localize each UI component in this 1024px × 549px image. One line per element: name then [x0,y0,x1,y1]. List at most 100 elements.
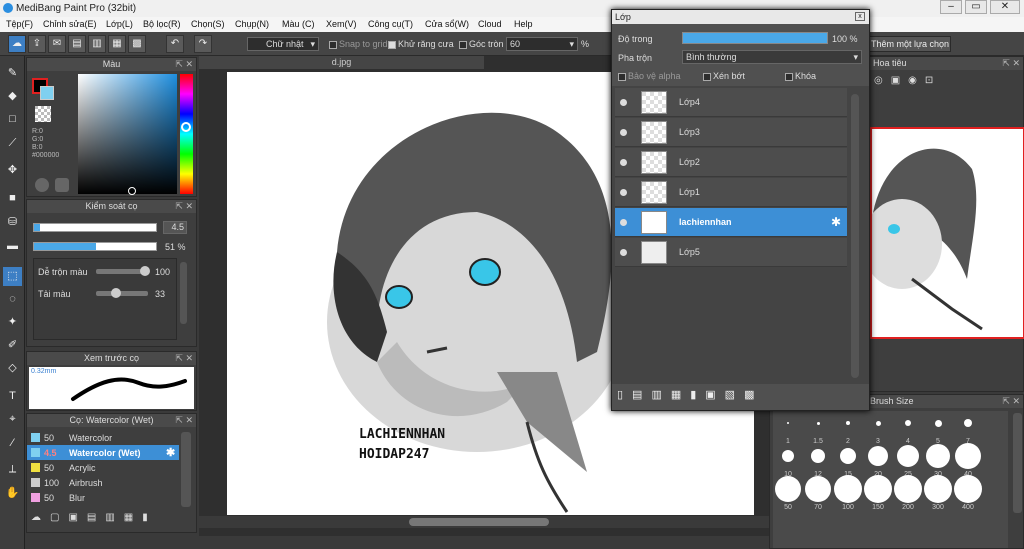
eyedropper-tool-icon[interactable]: ⁄ [3,434,22,453]
brush-size-dot[interactable] [846,421,850,425]
brush-control-scrollbar[interactable] [180,262,187,324]
antialias-checkbox[interactable]: Khử răng cưa [388,39,454,49]
shape-tool-icon[interactable]: □ [3,110,22,129]
brush-size-grid[interactable]: 11.5234571012152025304050701001502003004… [773,411,1008,548]
size-value[interactable]: 4.5 [163,221,187,234]
layer-opacity-slider[interactable] [682,32,828,44]
close-icon[interactable]: x [855,12,865,21]
menu-select[interactable]: Chọn(S) [191,19,225,29]
layer-row[interactable]: Lớp5 [615,238,847,267]
brush-list-scrollbar[interactable] [181,432,191,507]
menu-color[interactable]: Màu (C) [282,19,315,29]
brush-size-dot[interactable] [897,445,919,467]
color-picker-field[interactable] [78,74,177,194]
scrollbar-thumb[interactable] [409,518,549,526]
mix-handle[interactable] [140,266,150,276]
hand-tool-icon[interactable]: ✋ [3,484,22,503]
size-slider[interactable] [33,223,157,232]
eye-icon[interactable] [620,129,627,136]
tiles-icon[interactable]: ▩ [128,35,146,53]
menu-help[interactable]: Help [514,19,533,29]
refill-slider[interactable] [96,291,148,296]
minimize-button[interactable]: – [940,0,962,14]
brush-size-dot[interactable] [775,476,801,502]
eye-icon[interactable] [620,189,627,196]
round-value-input[interactable]: 60 ▾ [506,37,578,51]
cloud-icon[interactable]: ☁ [8,35,26,53]
brush-size-dot[interactable] [905,420,911,426]
layer-row[interactable]: Lớp3 [615,118,847,147]
menu-edit[interactable]: Chỉnh sửa(E) [43,19,97,29]
brush-size-dot[interactable] [926,444,950,468]
opacity-slider[interactable] [33,242,157,251]
brush-size-dot[interactable] [805,476,831,502]
brush-size-dot[interactable] [875,420,881,426]
eraser-tool-icon[interactable]: ◆ [3,87,22,106]
line-tool-icon[interactable]: ⟋ [3,134,22,153]
select-mode-dropdown[interactable]: Chữ nhật ▾ [247,37,319,51]
brush-size-dot[interactable] [834,475,862,503]
round-corner-checkbox[interactable]: Góc tròn [459,39,504,49]
layer-row[interactable]: Lớp2 [615,148,847,177]
brush-size-dot[interactable] [954,475,982,503]
menu-file[interactable]: Tệp(F) [6,19,33,29]
panel-menu-icon[interactable]: ⇱ ✕ [1002,395,1020,408]
eye-icon[interactable] [620,159,627,166]
maximize-button[interactable]: ▭ [965,0,987,14]
gear-icon[interactable]: ✱ [166,446,175,459]
eye-icon[interactable] [620,249,627,256]
brush-size-dot[interactable] [894,475,922,503]
brush-size-dot[interactable] [924,475,952,503]
brush-size-dot[interactable] [840,448,856,464]
brush-size-dot[interactable] [787,422,789,424]
brush-size-dot[interactable] [782,450,794,462]
menu-view[interactable]: Xem(V) [326,19,357,29]
clipping-checkbox[interactable]: Xén bớt [703,71,745,81]
dropper-tool-icon[interactable]: ⟂ [3,460,22,479]
brush-item[interactable]: 100 Airbrush [27,475,179,490]
refill-handle[interactable] [110,288,121,298]
hue-handle[interactable] [181,122,191,132]
select-rect-tool-icon[interactable]: ⬚ [3,267,22,286]
navigator-controls[interactable]: ◎▣◉⊡ [874,75,941,86]
snap-checkbox[interactable]: Snap to grid [329,39,388,49]
document-icon[interactable]: ▥ [88,35,106,53]
undo-icon[interactable]: ↶ [166,35,184,53]
menu-filter[interactable]: Bộ lọc(R) [143,19,181,29]
add-selection-button[interactable]: Thêm một lựa chọn [869,36,951,52]
layer-scrollbar[interactable] [851,94,859,378]
menu-capture[interactable]: Chụp(N) [235,19,269,29]
protect-alpha-checkbox[interactable]: Bảo vệ alpha [618,71,681,81]
panel-menu-icon[interactable]: ⇱ ✕ [175,58,193,71]
palette-icon[interactable] [35,178,49,192]
brush-tool-icon[interactable]: ✎ [3,64,22,83]
brush-size-dot[interactable] [816,421,820,425]
text-tool-icon[interactable]: T [3,387,22,406]
background-color-swatch[interactable] [40,86,54,100]
layer-actions[interactable]: ▯▤▥▦▮▣▧▩ [617,388,862,406]
magic-wand-tool-icon[interactable]: ✦ [3,313,22,332]
brush-size-dot[interactable] [955,443,981,469]
brush-size-dot[interactable] [868,446,888,466]
menu-window[interactable]: Cửa sổ(W) [425,19,469,29]
grid-icon[interactable]: ▦ [108,35,126,53]
brush-list-actions[interactable]: ☁▢▣▤▥▦▮ [31,512,191,530]
canvas-tab[interactable]: d.jpg [199,56,484,69]
close-button[interactable]: ✕ [990,0,1020,14]
fill-rect-tool-icon[interactable]: ■ [3,189,22,208]
eye-icon[interactable] [620,99,627,106]
panel-menu-icon[interactable]: ⇱ ✕ [175,200,193,213]
gradient-tool-icon[interactable]: ▬ [3,237,22,256]
layer-row[interactable]: Lớp1 [615,178,847,207]
blend-dropdown[interactable]: Bình thường ▾ [682,50,862,64]
brush-size-dot[interactable] [934,419,942,427]
brush-item[interactable]: 4.5 Watercolor (Wet) ✱ [27,445,179,460]
brush-item[interactable]: 50 Blur [27,490,179,505]
color-wheel-icon[interactable] [55,178,69,192]
select-pen-tool-icon[interactable]: ✐ [3,336,22,355]
menu-tools[interactable]: Công cụ(T) [368,19,413,29]
brush-size-scrollbar[interactable] [1013,413,1022,513]
menu-layer[interactable]: Lớp(L) [106,19,133,29]
brush-item[interactable]: 50 Acrylic [27,460,179,475]
menu-cloud[interactable]: Cloud [478,19,502,29]
